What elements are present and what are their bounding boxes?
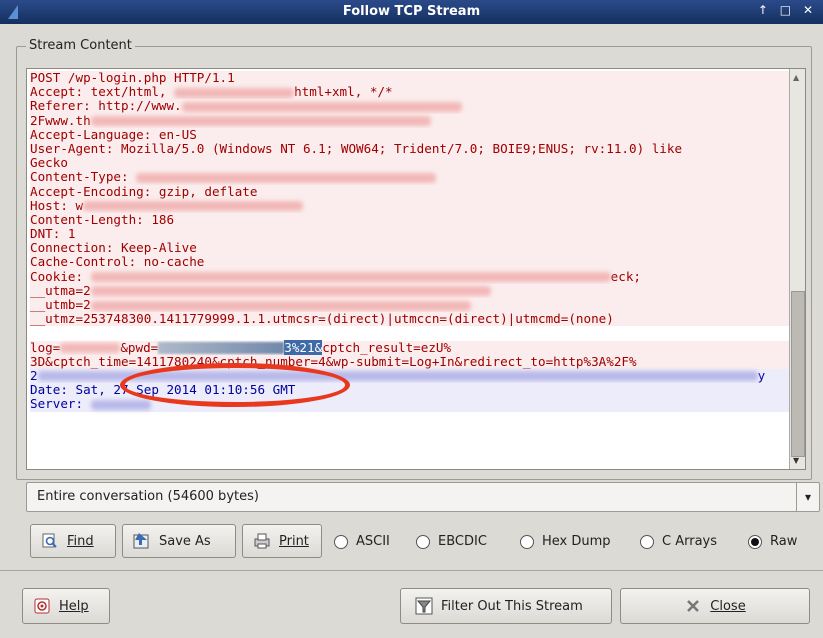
scrollbar-thumb[interactable] <box>791 291 805 457</box>
redacted-text <box>60 343 121 354</box>
client-line: Content-Length: 186 <box>30 211 800 228</box>
redacted-text <box>90 300 471 311</box>
scroll-down-arrow-icon[interactable]: ▼ <box>793 456 799 465</box>
redacted-password <box>158 342 285 355</box>
line-text: eck; <box>610 268 642 284</box>
client-line: Content-Type: <box>30 169 800 185</box>
line-text: POST /wp-login.php HTTP/1.1 <box>30 70 235 85</box>
filter-out-stream-button[interactable]: Filter Out This Stream <box>400 588 612 624</box>
redacted-text <box>90 272 611 283</box>
close-x-icon <box>684 597 702 615</box>
help-icon <box>33 597 51 615</box>
client-line: POST /wp-login.php HTTP/1.1 <box>30 70 800 86</box>
stream-text: POST /wp-login.php HTTP/1.1 Accept: text/… <box>30 70 800 412</box>
window-title: Follow TCP Stream <box>342 4 481 19</box>
redacted-text <box>90 286 491 297</box>
magnifier-icon <box>41 532 59 550</box>
save-as-button[interactable]: Save As <box>122 524 236 558</box>
scroll-up-arrow-icon[interactable]: ▲ <box>793 73 799 82</box>
client-line: Gecko <box>30 155 800 171</box>
format-radio-c-arrays[interactable]: C Arrays <box>640 534 717 549</box>
client-line: __utmz=253748300.1411779999.1.1.utmcsr=(… <box>30 311 800 327</box>
line-text: cptch_result=ezU% <box>322 339 452 355</box>
find-button[interactable]: Find <box>30 524 116 558</box>
window-controls[interactable]: ↑ □ ✕ <box>758 3 817 17</box>
client-line <box>30 326 800 340</box>
line-text: Content-Type: <box>30 169 137 185</box>
line-text: y <box>757 367 766 383</box>
redacted-text <box>83 201 304 212</box>
line-text: Connection: Keep-Alive <box>30 240 197 256</box>
line-text: Gecko <box>30 155 68 171</box>
client-line: 2Fwww.th <box>30 112 800 128</box>
line-text: 2 <box>30 367 38 383</box>
line-text: 2Fwww.th <box>30 112 91 128</box>
help-button[interactable]: Help <box>22 588 110 624</box>
stream-content-label: Stream Content <box>26 38 135 53</box>
redacted-text <box>136 172 437 183</box>
line-text: DNT: 1 <box>30 226 76 242</box>
line-text: Accept-Language: en-US <box>30 126 197 142</box>
line-text: &pwd= <box>120 339 159 355</box>
line-text: log= <box>30 339 61 355</box>
vertical-scrollbar[interactable]: ▲ ▼ <box>789 69 805 469</box>
close-button[interactable]: Close <box>620 588 810 624</box>
radio-indicator <box>334 534 348 549</box>
filter-icon <box>415 597 433 615</box>
client-line: __utma=2 <box>30 282 800 298</box>
stream-toolbar: Find Save As Print ASCII EBCDIC Hex Dump… <box>0 524 823 562</box>
client-line: DNT: 1 <box>30 226 800 242</box>
client-line: Accept: text/html, html+xml, */* <box>30 84 800 100</box>
client-line: Cookie: eck; <box>30 268 800 284</box>
format-radio-ascii[interactable]: ASCII <box>334 534 390 549</box>
line-text: Server: <box>30 396 91 412</box>
client-line: Accept-Encoding: gzip, deflate <box>30 183 800 199</box>
highlighted-selection: 3%21& <box>284 339 323 355</box>
format-radio-ebcdic[interactable]: EBCDIC <box>416 534 487 549</box>
line-text: Referer: http://www. <box>30 98 182 114</box>
line-text: __utmz=253748300.1411779999.1.1.utmcsr=(… <box>30 311 614 327</box>
client-line: Referer: http://www. <box>30 98 800 114</box>
format-radio-hex-dump[interactable]: Hex Dump <box>520 534 611 549</box>
redacted-text <box>90 116 431 127</box>
stream-text-area[interactable]: POST /wp-login.php HTTP/1.1 Accept: text/… <box>26 68 806 470</box>
line-text: Accept-Encoding: gzip, deflate <box>30 183 258 199</box>
conversation-select[interactable]: Entire conversation (54600 bytes) ▾ <box>26 482 820 512</box>
radio-indicator-selected <box>748 534 762 549</box>
radio-indicator <box>520 534 534 549</box>
print-button[interactable]: Print <box>242 524 322 558</box>
annotation-red-circle <box>120 363 350 407</box>
printer-icon <box>253 532 271 550</box>
radio-indicator <box>640 534 654 549</box>
line-text: Cache-Control: no-cache <box>30 254 205 270</box>
line-text: Accept: text/html, <box>30 84 175 100</box>
line-text: 3D&cptch_time=1411780240&cptch_number=4&… <box>30 353 637 369</box>
radio-indicator <box>416 534 430 549</box>
line-text: html+xml, */* <box>294 84 393 100</box>
line-text: Content-Length: 186 <box>30 211 175 227</box>
separator <box>0 570 823 571</box>
client-line: Host: w <box>30 197 800 213</box>
redacted-text <box>90 399 151 410</box>
title-bar: Follow TCP Stream ↑ □ ✕ <box>0 0 823 24</box>
client-line: Connection: Keep-Alive <box>30 240 800 256</box>
client-line: Accept-Language: en-US <box>30 126 800 142</box>
line-text: __utmb=2 <box>30 297 91 312</box>
client-line: 3D&cptch_time=1411780240&cptch_number=4&… <box>30 353 800 369</box>
client-line: log= &pwd= 3%21&cptch_result=ezU% <box>30 339 800 355</box>
redacted-text <box>174 87 295 98</box>
line-text: Cookie: <box>30 268 91 284</box>
client-line: __utmb=2 <box>30 297 800 313</box>
chevron-down-icon[interactable]: ▾ <box>796 483 819 511</box>
server-line: Server: <box>30 396 800 412</box>
line-text: Host: w <box>30 197 84 213</box>
redacted-text <box>181 101 462 112</box>
conversation-select-value: Entire conversation (54600 bytes) <box>37 489 259 504</box>
line-text: __utma=2 <box>30 282 91 298</box>
line-text: User-Agent: Mozilla/5.0 (Windows NT 6.1;… <box>30 140 683 156</box>
client-line: User-Agent: Mozilla/5.0 (Windows NT 6.1;… <box>30 140 800 157</box>
save-icon <box>133 532 151 550</box>
format-radio-raw[interactable]: Raw <box>748 534 797 549</box>
client-line: Cache-Control: no-cache <box>30 254 800 270</box>
